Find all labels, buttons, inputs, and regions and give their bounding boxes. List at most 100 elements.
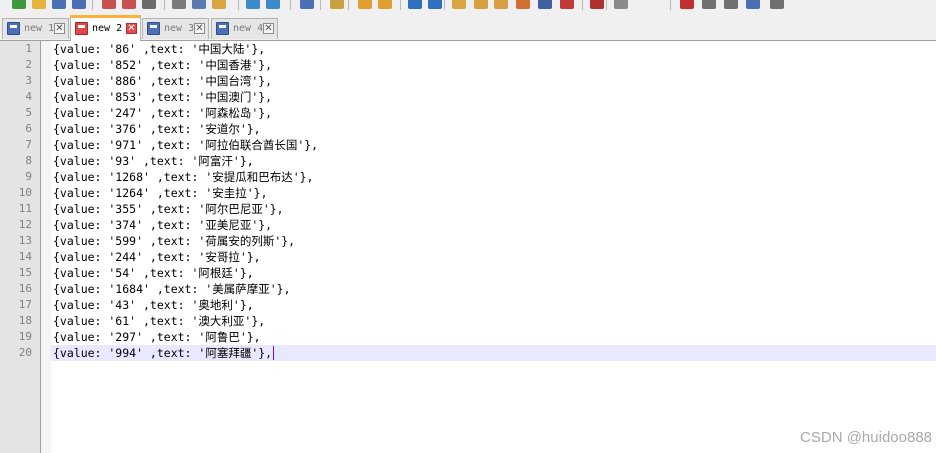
tab-new-4[interactable]: new 4 ✕ <box>211 18 278 39</box>
code-line[interactable]: 6 {value: '376' ,text: '安道尔'}, <box>0 121 936 137</box>
line-text[interactable]: {value: '1684' ,text: '美属萨摩亚'}, <box>53 281 291 297</box>
code-line[interactable]: 15 {value: '54' ,text: '阿根廷'}, <box>0 265 936 281</box>
code-line[interactable]: 19 {value: '297' ,text: '阿鲁巴'}, <box>0 329 936 345</box>
run-macro-multiple-icon[interactable] <box>746 0 760 9</box>
indent-guide-icon[interactable] <box>494 0 508 9</box>
line-text[interactable]: {value: '374' ,text: '亚美尼亚'}, <box>53 217 272 233</box>
unsaved-file-icon <box>75 22 88 35</box>
line-text[interactable]: {value: '244' ,text: '安哥拉'}, <box>53 249 261 265</box>
word-wrap-icon[interactable] <box>452 0 466 9</box>
code-line[interactable]: 8 {value: '93' ,text: '阿富汗'}, <box>0 153 936 169</box>
line-number: 16 <box>18 282 32 295</box>
line-text[interactable]: {value: '355' ,text: '阿尔巴尼亚'}, <box>53 201 284 217</box>
code-line[interactable]: 20 {value: '994' ,text: '阿塞拜疆'}, <box>0 345 936 361</box>
line-text[interactable]: {value: '86' ,text: '中国大陆'}, <box>53 41 265 57</box>
line-number: 20 <box>18 346 32 359</box>
tab-label: new 1 <box>24 23 55 34</box>
line-text[interactable]: {value: '54' ,text: '阿根廷'}, <box>53 265 254 281</box>
folder-workspace-icon[interactable] <box>590 0 604 9</box>
sync-vertical-icon[interactable] <box>408 0 422 9</box>
line-text[interactable]: {value: '247' ,text: '阿森松岛'}, <box>53 105 272 121</box>
paste-icon[interactable] <box>212 0 226 9</box>
doc-map-icon[interactable] <box>538 0 552 9</box>
saved-file-icon <box>7 22 20 35</box>
show-all-chars-icon[interactable] <box>474 0 488 9</box>
close-icon[interactable] <box>102 0 116 9</box>
line-text[interactable]: {value: '853' ,text: '中国澳门'}, <box>53 89 272 105</box>
editor[interactable]: 1 {value: '86' ,text: '中国大陆'}, 2 {value: '8… <box>0 41 936 453</box>
tab-label: new 4 <box>233 23 264 34</box>
line-number: 13 <box>18 234 32 247</box>
undo-icon[interactable] <box>246 0 260 9</box>
code-lines[interactable]: 1 {value: '86' ,text: '中国大陆'}, 2 {value: '8… <box>0 41 936 361</box>
new-file-icon[interactable] <box>12 0 26 9</box>
cut-icon[interactable] <box>172 0 186 9</box>
line-text[interactable]: {value: '994' ,text: '阿塞拜疆'}, <box>53 345 275 361</box>
replace-icon[interactable] <box>330 0 344 9</box>
code-line[interactable]: 13 {value: '599' ,text: '荷属安的列斯'}, <box>0 233 936 249</box>
toolbar-separator <box>320 0 321 10</box>
function-list-icon[interactable] <box>560 0 574 9</box>
record-macro-icon[interactable] <box>680 0 694 9</box>
code-line[interactable]: 11 {value: '355' ,text: '阿尔巴尼亚'}, <box>0 201 936 217</box>
redo-icon[interactable] <box>266 0 280 9</box>
code-line[interactable]: 16 {value: '1684' ,text: '美属萨摩亚'}, <box>0 281 936 297</box>
open-file-icon[interactable] <box>32 0 46 9</box>
save-icon[interactable] <box>52 0 66 9</box>
line-text[interactable]: {value: '1264' ,text: '安圭拉'}, <box>53 185 268 201</box>
zoom-in-icon[interactable] <box>358 0 372 9</box>
line-number: 11 <box>18 202 32 215</box>
line-number: 9 <box>25 170 32 183</box>
code-line[interactable]: 9 {value: '1268' ,text: '安提瓜和巴布达'}, <box>0 169 936 185</box>
user-lang-icon[interactable] <box>516 0 530 9</box>
code-line[interactable]: 10 {value: '1264' ,text: '安圭拉'}, <box>0 185 936 201</box>
tab-new-3[interactable]: new 3 ✕ <box>142 18 209 39</box>
line-number: 10 <box>18 186 32 199</box>
code-line[interactable]: 14 {value: '244' ,text: '安哥拉'}, <box>0 249 936 265</box>
sync-horizontal-icon[interactable] <box>428 0 442 9</box>
line-text[interactable]: {value: '1268' ,text: '安提瓜和巴布达'}, <box>53 169 314 185</box>
line-text[interactable]: {value: '61' ,text: '澳大利亚'}, <box>53 313 265 329</box>
zoom-out-icon[interactable] <box>378 0 392 9</box>
code-line[interactable]: 17 {value: '43' ,text: '奥地利'}, <box>0 297 936 313</box>
code-line[interactable]: 18 {value: '61' ,text: '澳大利亚'}, <box>0 313 936 329</box>
code-line[interactable]: 1 {value: '86' ,text: '中国大陆'}, <box>0 41 936 57</box>
line-text[interactable]: {value: '376' ,text: '安道尔'}, <box>53 121 261 137</box>
code-line[interactable]: 7 {value: '971' ,text: '阿拉伯联合酋长国'}, <box>0 137 936 153</box>
code-line[interactable]: 12 {value: '374' ,text: '亚美尼亚'}, <box>0 217 936 233</box>
toolbar-separator <box>670 0 671 10</box>
play-macro-icon[interactable] <box>724 0 738 9</box>
line-text[interactable]: {value: '886' ,text: '中国台湾'}, <box>53 73 272 89</box>
line-text[interactable]: {value: '43' ,text: '奥地利'}, <box>53 297 254 313</box>
line-text[interactable]: {value: '93' ,text: '阿富汗'}, <box>53 153 254 169</box>
save-macro-icon[interactable] <box>770 0 784 9</box>
line-text[interactable]: {value: '599' ,text: '荷属安的列斯'}, <box>53 233 295 249</box>
toolbar-separator <box>290 0 291 10</box>
tab-new-2[interactable]: new 2 ✕ <box>70 15 141 41</box>
line-number: 5 <box>25 106 32 119</box>
monitoring-icon[interactable] <box>614 0 628 9</box>
tab-new-1[interactable]: new 1 ✕ <box>2 18 69 39</box>
line-text[interactable]: {value: '852' ,text: '中国香港'}, <box>53 57 272 73</box>
find-icon[interactable] <box>300 0 314 9</box>
code-line[interactable]: 3 {value: '886' ,text: '中国台湾'}, <box>0 73 936 89</box>
close-tab-icon[interactable]: ✕ <box>263 23 274 34</box>
save-all-icon[interactable] <box>72 0 86 9</box>
copy-icon[interactable] <box>192 0 206 9</box>
print-icon[interactable] <box>142 0 156 9</box>
watermark: CSDN @huidoo888 <box>800 429 932 446</box>
close-tab-icon[interactable]: ✕ <box>126 23 137 34</box>
line-text[interactable]: {value: '971' ,text: '阿拉伯联合酋长国'}, <box>53 137 318 153</box>
text-caret <box>273 346 275 360</box>
code-line[interactable]: 5 {value: '247' ,text: '阿森松岛'}, <box>0 105 936 121</box>
close-tab-icon[interactable]: ✕ <box>54 23 65 34</box>
line-number: 15 <box>18 266 32 279</box>
code-line[interactable]: 4 {value: '853' ,text: '中国澳门'}, <box>0 89 936 105</box>
line-number: 6 <box>25 122 32 135</box>
toolbar-separator <box>582 0 583 10</box>
code-line[interactable]: 2 {value: '852' ,text: '中国香港'}, <box>0 57 936 73</box>
close-all-icon[interactable] <box>122 0 136 9</box>
stop-macro-icon[interactable] <box>702 0 716 9</box>
line-text[interactable]: {value: '297' ,text: '阿鲁巴'}, <box>53 329 261 345</box>
close-tab-icon[interactable]: ✕ <box>194 23 205 34</box>
